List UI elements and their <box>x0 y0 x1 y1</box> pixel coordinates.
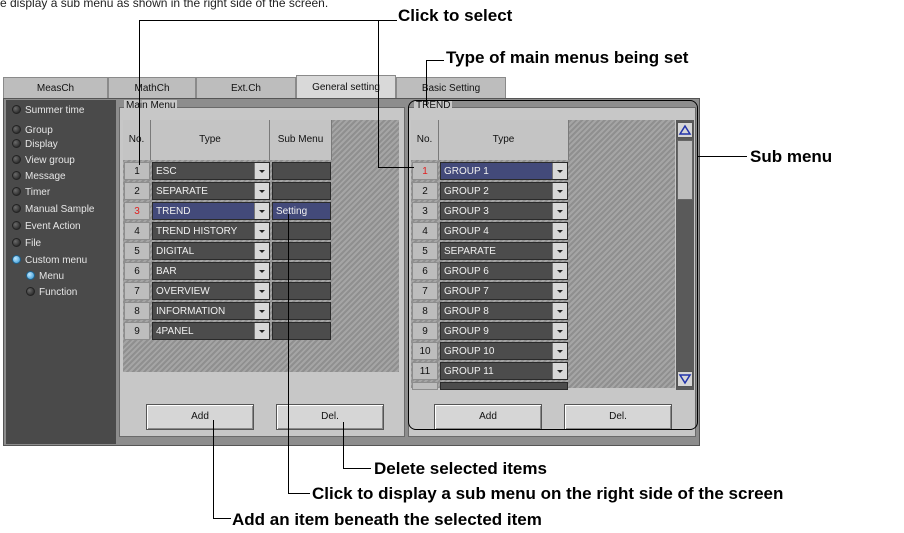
chevron-down-icon[interactable] <box>254 183 269 199</box>
main-row-type-select[interactable]: ESC <box>152 162 270 180</box>
chevron-down-icon[interactable] <box>254 263 269 279</box>
callout-line <box>426 60 427 106</box>
sidebar-item-message[interactable]: Message <box>12 170 66 183</box>
main-row-type-select[interactable]: TREND HISTORY <box>152 222 270 240</box>
main-row-submenu-button[interactable] <box>272 222 331 240</box>
sidebar-item-event-action[interactable]: Event Action <box>12 220 81 233</box>
radio-icon <box>12 221 21 230</box>
callout-line <box>213 420 214 519</box>
radio-icon <box>12 187 21 196</box>
radio-icon <box>12 155 21 164</box>
sub-menu-highlight-frame <box>408 100 698 430</box>
callout-line <box>378 167 414 168</box>
sidebar-item-menu[interactable]: Menu <box>26 270 64 283</box>
callout-line <box>426 60 444 61</box>
callout-line <box>343 422 344 469</box>
main-row-submenu-button[interactable] <box>272 282 331 300</box>
main-row-submenu-button[interactable]: Setting <box>272 202 331 220</box>
main-row-type-select[interactable]: SEPARATE <box>152 182 270 200</box>
radio-icon <box>12 255 21 264</box>
caption-top-line: e display a sub menu as shown in the rig… <box>0 0 329 10</box>
radio-icon <box>12 204 21 213</box>
callout-line <box>139 20 140 165</box>
callout-line <box>343 468 371 469</box>
main-row-submenu-button[interactable] <box>272 322 331 340</box>
tab-basic-setting[interactable]: Basic Setting <box>396 77 506 98</box>
sidebar-item-manual-sample[interactable]: Manual Sample <box>12 203 94 216</box>
radio-icon <box>12 105 21 114</box>
main-row-submenu-button[interactable] <box>272 242 331 260</box>
callout-sub-menu: Sub menu <box>750 147 833 166</box>
main-row-type-select[interactable]: INFORMATION <box>152 302 270 320</box>
callout-line <box>288 214 289 494</box>
sidebar-item-file[interactable]: File <box>12 237 41 250</box>
chevron-down-icon[interactable] <box>254 323 269 339</box>
callout-line <box>697 156 747 157</box>
sidebar-item-group[interactable]: Group <box>12 124 53 137</box>
radio-icon <box>12 238 21 247</box>
main-row-no[interactable]: 9 <box>124 322 150 340</box>
chevron-down-icon[interactable] <box>254 223 269 239</box>
main-row-no[interactable]: 8 <box>124 302 150 320</box>
main-menu-title: Main Menu <box>124 100 178 111</box>
main-row-no[interactable]: 5 <box>124 242 150 260</box>
main-row-type-select[interactable]: TREND <box>152 202 270 220</box>
main-row-type-select[interactable]: DIGITAL <box>152 242 270 260</box>
main-add-button[interactable]: Add <box>146 404 254 430</box>
chevron-down-icon[interactable] <box>254 283 269 299</box>
tab-measch[interactable]: MeasCh <box>3 77 108 98</box>
main-row-type-select[interactable]: BAR <box>152 262 270 280</box>
sidebar-item-function[interactable]: Function <box>26 286 77 299</box>
main-row-no[interactable]: 2 <box>124 182 150 200</box>
chevron-down-icon[interactable] <box>254 243 269 259</box>
tab-ext-ch[interactable]: Ext.Ch <box>196 77 296 98</box>
main-row-no[interactable]: 4 <box>124 222 150 240</box>
callout-click-to-select: Click to select <box>398 6 513 25</box>
main-row-submenu-button[interactable] <box>272 302 331 320</box>
main-row-no[interactable]: 6 <box>124 262 150 280</box>
radio-icon <box>12 125 21 134</box>
sidebar: Summer time Group Display View group Mes… <box>6 100 116 444</box>
callout-add-item: Add an item beneath the selected item <box>232 510 542 529</box>
main-del-button[interactable]: Del. <box>276 404 384 430</box>
chevron-down-icon[interactable] <box>254 203 269 219</box>
main-row-no[interactable]: 7 <box>124 282 150 300</box>
callout-type-of-main-menus: Type of main menus being set <box>446 48 689 67</box>
callout-line <box>378 20 379 168</box>
main-row-submenu-button[interactable] <box>272 262 331 280</box>
sidebar-item-display[interactable]: Display <box>12 138 58 151</box>
sidebar-item-custom-menu[interactable]: Custom menu <box>12 254 87 267</box>
radio-icon <box>12 171 21 180</box>
radio-icon <box>26 271 35 280</box>
sidebar-item-view-group[interactable]: View group <box>12 154 75 167</box>
main-menu-header-type: Type <box>151 120 270 160</box>
main-menu-header-sub: Sub Menu <box>270 120 332 160</box>
callout-click-to-display: Click to display a sub menu on the right… <box>312 484 784 503</box>
radio-icon <box>12 139 21 148</box>
tab-general-setting[interactable]: General setting <box>296 75 396 99</box>
main-row-no[interactable]: 1 <box>124 162 150 180</box>
main-menu-header-no: No. <box>123 120 151 160</box>
main-row-type-select[interactable]: 4PANEL <box>152 322 270 340</box>
radio-icon <box>26 287 35 296</box>
main-row-submenu-button[interactable] <box>272 162 331 180</box>
sidebar-item-summer-time[interactable]: Summer time <box>12 104 84 117</box>
main-row-no-selected[interactable]: 3 <box>124 202 150 220</box>
callout-line <box>213 518 231 519</box>
main-row-submenu-button[interactable] <box>272 182 331 200</box>
callout-delete-selected: Delete selected items <box>374 459 547 478</box>
callout-line <box>288 493 310 494</box>
sidebar-item-timer[interactable]: Timer <box>12 186 50 199</box>
callout-line <box>139 20 397 21</box>
main-row-type-select[interactable]: OVERVIEW <box>152 282 270 300</box>
chevron-down-icon[interactable] <box>254 303 269 319</box>
chevron-down-icon[interactable] <box>254 163 269 179</box>
tab-mathch[interactable]: MathCh <box>108 77 196 98</box>
